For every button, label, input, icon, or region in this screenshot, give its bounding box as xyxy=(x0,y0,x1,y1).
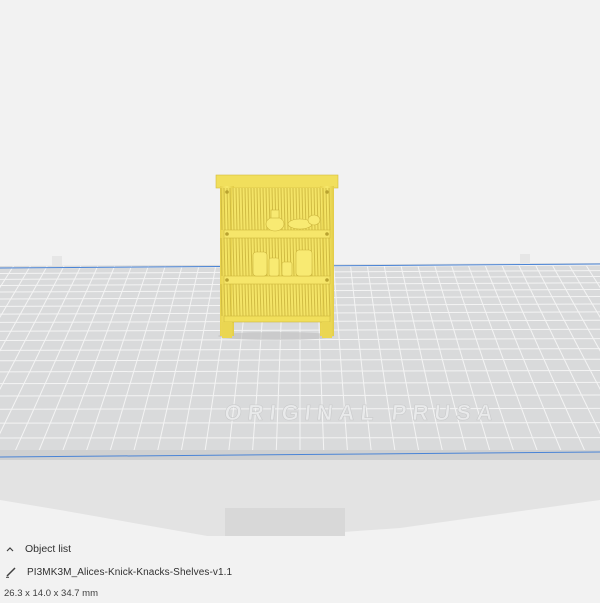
object-list-panel: Object list PI3MK3M_Alices-Knick-Knacks-… xyxy=(0,536,600,603)
pencil-icon[interactable] xyxy=(5,566,17,578)
bed-clip-right xyxy=(520,254,530,264)
object-list-title: Object list xyxy=(25,543,72,555)
3d-viewport[interactable]: ORIGINAL PRUSA Object list PI3MK3M_Alice… xyxy=(0,0,600,603)
object-list-item[interactable]: PI3MK3M_Alices-Knick-Knacks-Shelves-v1.1 xyxy=(0,563,600,581)
object-name: PI3MK3M_Alices-Knick-Knacks-Shelves-v1.1 xyxy=(27,566,233,578)
bed-logo-text: ORIGINAL PRUSA xyxy=(223,400,500,425)
bed-clip-left xyxy=(52,256,62,266)
bookshelf-model[interactable] xyxy=(215,174,339,340)
object-list-header[interactable]: Object list xyxy=(0,540,600,558)
object-dimensions: 26.3 x 14.0 x 34.7 mm xyxy=(4,587,98,599)
3d-scene[interactable]: ORIGINAL PRUSA xyxy=(0,0,600,536)
printer-frame-foot xyxy=(225,508,345,536)
chevron-up-icon[interactable] xyxy=(5,544,15,554)
object-dimensions-row: 26.3 x 14.0 x 34.7 mm xyxy=(0,585,600,601)
